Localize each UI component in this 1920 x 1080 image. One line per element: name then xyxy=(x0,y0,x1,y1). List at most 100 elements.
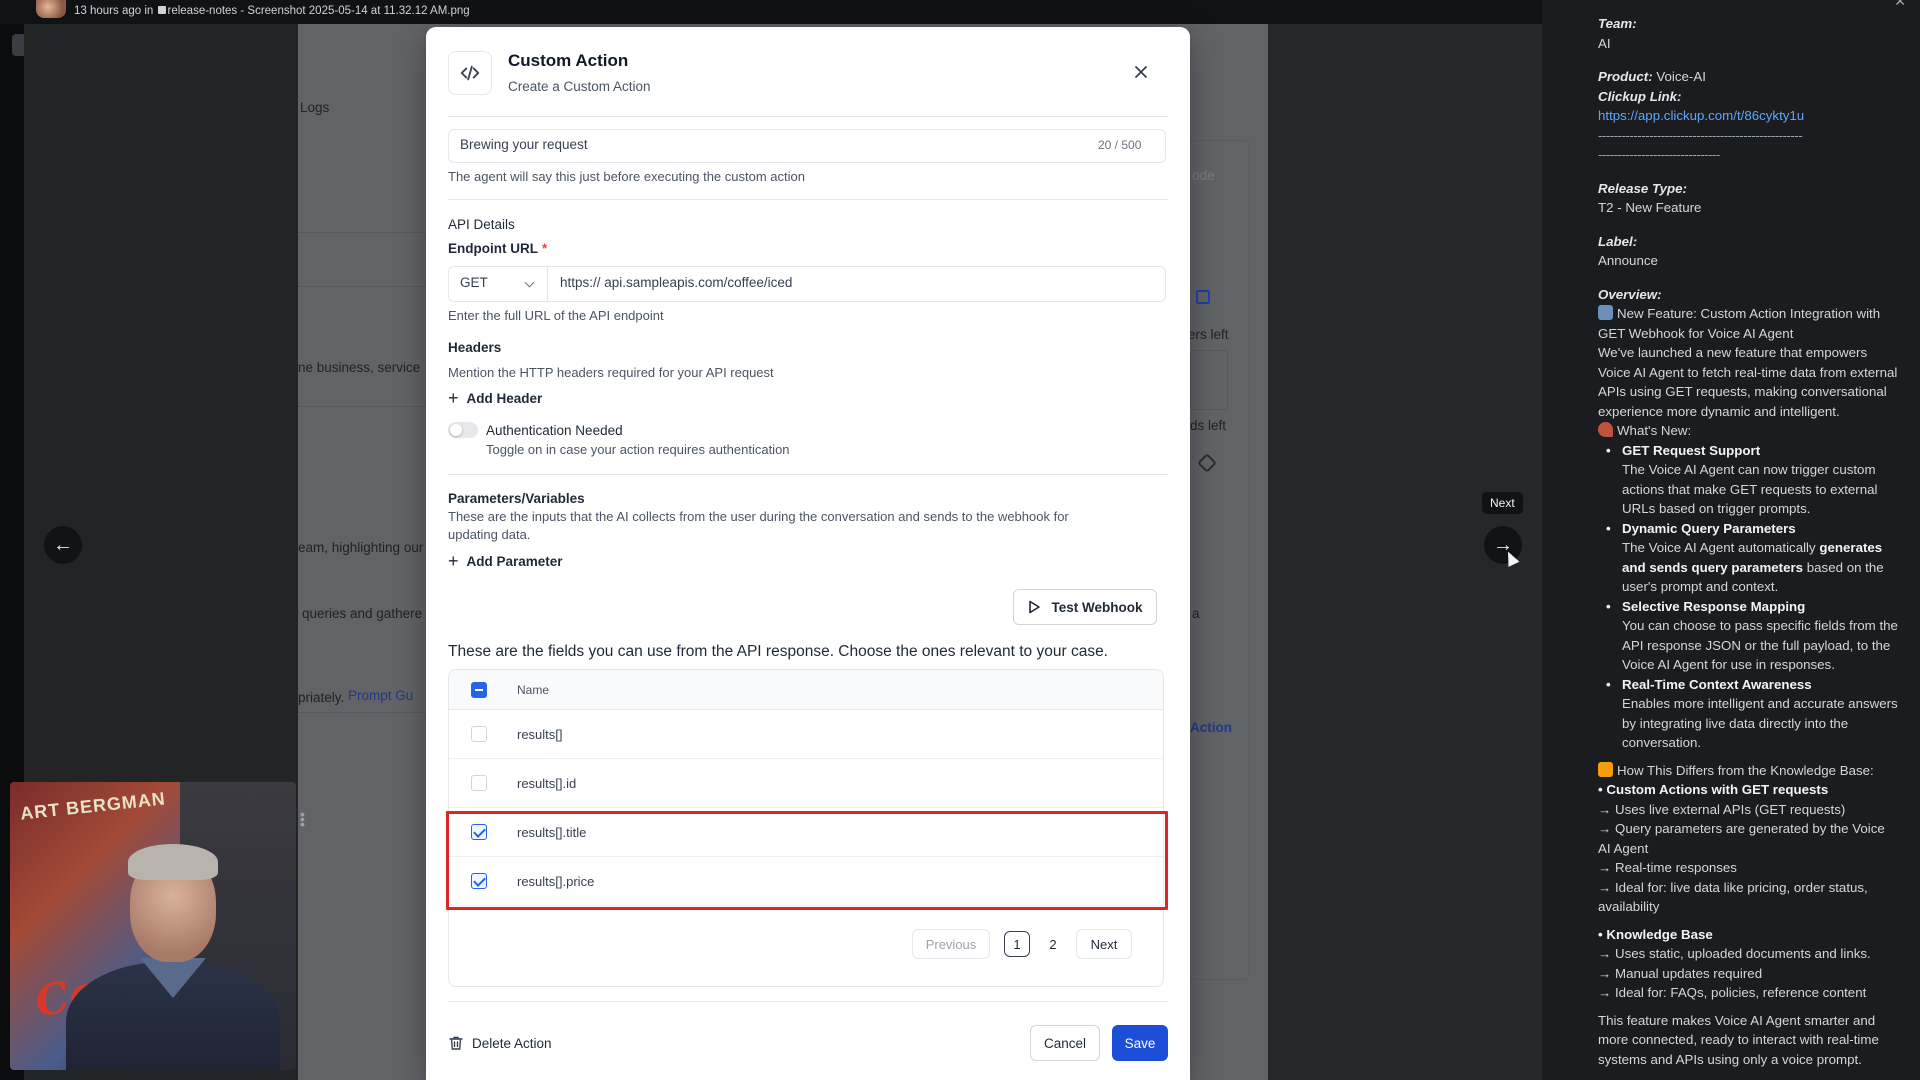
release-type-label: Release Type: xyxy=(1598,180,1687,196)
bg-textarea xyxy=(1190,350,1228,410)
table-row[interactable]: results[] xyxy=(449,710,1163,759)
differs-heading: How This Differs from the Knowledge Base… xyxy=(1617,762,1874,778)
overview-text: We've launched a new feature that empowe… xyxy=(1598,345,1898,419)
webcam-overlay: ART BERGMAN Casabl xyxy=(10,782,296,1070)
comparison-line: → Uses static, uploaded documents and li… xyxy=(1598,946,1871,961)
save-button[interactable]: Save xyxy=(1112,1025,1168,1061)
bg-add-action-link: Action xyxy=(1190,720,1232,735)
parameters-hint: These are the inputs that the AI collect… xyxy=(448,509,1069,524)
bg-text-line: priately. xyxy=(298,690,345,705)
feature-title: Dynamic Query Parameters xyxy=(1598,519,1898,539)
release-notes-body: Team: AI Product: Voice-AI Clickup Link:… xyxy=(1598,14,1898,1069)
bg-divider xyxy=(298,406,426,407)
modal-divider xyxy=(448,474,1168,475)
pre-action-message-hint: The agent will say this just before exec… xyxy=(448,169,805,184)
field-name: results[].id xyxy=(517,776,577,791)
row-checkbox[interactable] xyxy=(471,775,487,791)
bg-logs-tab: Logs xyxy=(300,100,330,115)
column-header-name: Name xyxy=(517,683,550,697)
modal-divider xyxy=(448,116,1168,117)
next-page-button[interactable]: Next xyxy=(1076,929,1132,959)
authentication-toggle[interactable] xyxy=(448,422,478,438)
product-value: Voice-AI xyxy=(1656,69,1706,84)
close-icon xyxy=(1135,66,1147,78)
upload-meta: 13 hours ago in release-notes - Screensh… xyxy=(74,5,470,17)
bg-divider xyxy=(298,712,426,713)
custom-action-modal: Custom Action Create a Custom Action Bre… xyxy=(426,27,1190,1080)
product-label: Product: xyxy=(1598,69,1653,84)
bg-chars-left: ers left xyxy=(1188,327,1229,342)
close-icon[interactable]: ✕ xyxy=(1894,0,1906,12)
feature-text: Enables more intelligent and accurate an… xyxy=(1622,696,1898,750)
closing-text: This feature makes Voice AI Agent smarte… xyxy=(1598,1012,1879,1067)
feature-text: The Voice AI Agent can now trigger custo… xyxy=(1622,462,1878,516)
field-name: results[] xyxy=(517,727,563,742)
feature-title: Selective Response Mapping xyxy=(1598,597,1898,617)
refresh-emoji-icon xyxy=(1598,305,1613,320)
select-all-checkbox[interactable] xyxy=(471,682,487,698)
background-side-panel xyxy=(1188,140,1250,980)
bg-chars-left: ds left xyxy=(1190,418,1227,433)
next-tooltip: Next xyxy=(1482,492,1523,514)
headers-hint: Mention the HTTP headers required for yo… xyxy=(448,365,774,380)
modal-subtitle: Create a Custom Action xyxy=(508,79,651,94)
knowledge-base-heading: • Knowledge Base xyxy=(1598,926,1713,942)
table-row[interactable]: results[].id xyxy=(449,759,1163,808)
bg-divider xyxy=(298,232,426,233)
comparison-line: → Manual updates required xyxy=(1598,965,1763,981)
uploader-avatar xyxy=(36,0,66,18)
page-1-button[interactable]: 1 xyxy=(1004,931,1030,957)
headers-heading: Headers xyxy=(448,340,502,355)
bg-text-a: a xyxy=(1192,606,1200,621)
delete-action-button[interactable]: Delete Action xyxy=(448,1035,552,1051)
highlight-box xyxy=(446,811,1168,910)
previous-image-button[interactable]: ← xyxy=(44,526,82,564)
comparison-line: → Query parameters are generated by the … xyxy=(1598,821,1885,856)
upload-time: 13 hours ago in xyxy=(74,5,154,17)
clickup-link[interactable]: https://app.clickup.com/t/86cykty1u xyxy=(1598,106,1898,126)
poster-title: ART BERGMAN xyxy=(19,788,167,824)
parameters-hint: updating data. xyxy=(448,527,531,542)
authentication-label: Authentication Needed xyxy=(486,423,623,438)
play-icon xyxy=(1029,600,1041,614)
comparison-line: → Ideal for: live data like pricing, ord… xyxy=(1598,879,1868,915)
plus-icon: + xyxy=(448,388,459,408)
code-icon xyxy=(448,51,492,95)
endpoint-url-label: Endpoint URL * xyxy=(448,241,548,256)
required-mark: * xyxy=(541,241,548,256)
comparison-line: → Uses live external APIs (GET requests) xyxy=(1598,801,1846,817)
arrow-left-icon: ← xyxy=(53,534,73,556)
rocket-emoji-icon xyxy=(1598,422,1613,437)
modal-divider xyxy=(448,1001,1168,1002)
presenter-hair xyxy=(128,844,218,880)
close-modal-button[interactable] xyxy=(1130,61,1152,83)
feature-text: You can choose to pass specific fields f… xyxy=(1622,618,1898,672)
lock-icon xyxy=(157,6,166,14)
bg-text-line: eam, highlighting our xyxy=(298,540,424,555)
divider-dashes: ------------------------------- xyxy=(1598,147,1720,162)
row-checkbox[interactable] xyxy=(471,726,487,742)
release-notes-panel: ✕ Team: AI Product: Voice-AI Clickup Lin… xyxy=(1542,0,1920,1080)
table-header: Name xyxy=(449,670,1163,710)
api-details-heading: API Details xyxy=(448,217,515,232)
more-options-icon[interactable]: • • • xyxy=(300,807,305,831)
channel-link[interactable]: release-notes xyxy=(168,5,238,17)
overview-title: New Feature: Custom Action Integration w… xyxy=(1598,306,1881,341)
modal-title: Custom Action xyxy=(508,51,629,70)
endpoint-url-input[interactable]: https:// api.sampleapis.com/coffee/iced xyxy=(560,275,792,290)
parameters-heading: Parameters/Variables xyxy=(448,491,585,506)
page-2-button[interactable]: 2 xyxy=(1040,929,1066,959)
custom-actions-heading: • Custom Actions with GET requests xyxy=(1598,782,1829,797)
comparison-line: → Real-time responses xyxy=(1598,860,1737,875)
feature-text: The Voice AI Agent automatically generat… xyxy=(1622,540,1884,594)
cancel-button[interactable]: Cancel xyxy=(1030,1025,1100,1061)
test-webhook-button[interactable]: Test Webhook xyxy=(1013,589,1157,625)
plus-icon: + xyxy=(448,551,459,571)
character-counter: 20 / 500 xyxy=(1098,138,1142,152)
previous-page-button[interactable]: Previous xyxy=(912,929,990,959)
file-name: - Screenshot 2025-05-14 at 11.32.12 AM.p… xyxy=(240,5,470,17)
external-link-icon xyxy=(1196,290,1210,304)
add-header-button[interactable]: + Add Header xyxy=(448,389,542,407)
add-parameter-button[interactable]: + Add Parameter xyxy=(448,552,563,570)
response-fields-heading: These are the fields you can use from th… xyxy=(448,643,1108,660)
